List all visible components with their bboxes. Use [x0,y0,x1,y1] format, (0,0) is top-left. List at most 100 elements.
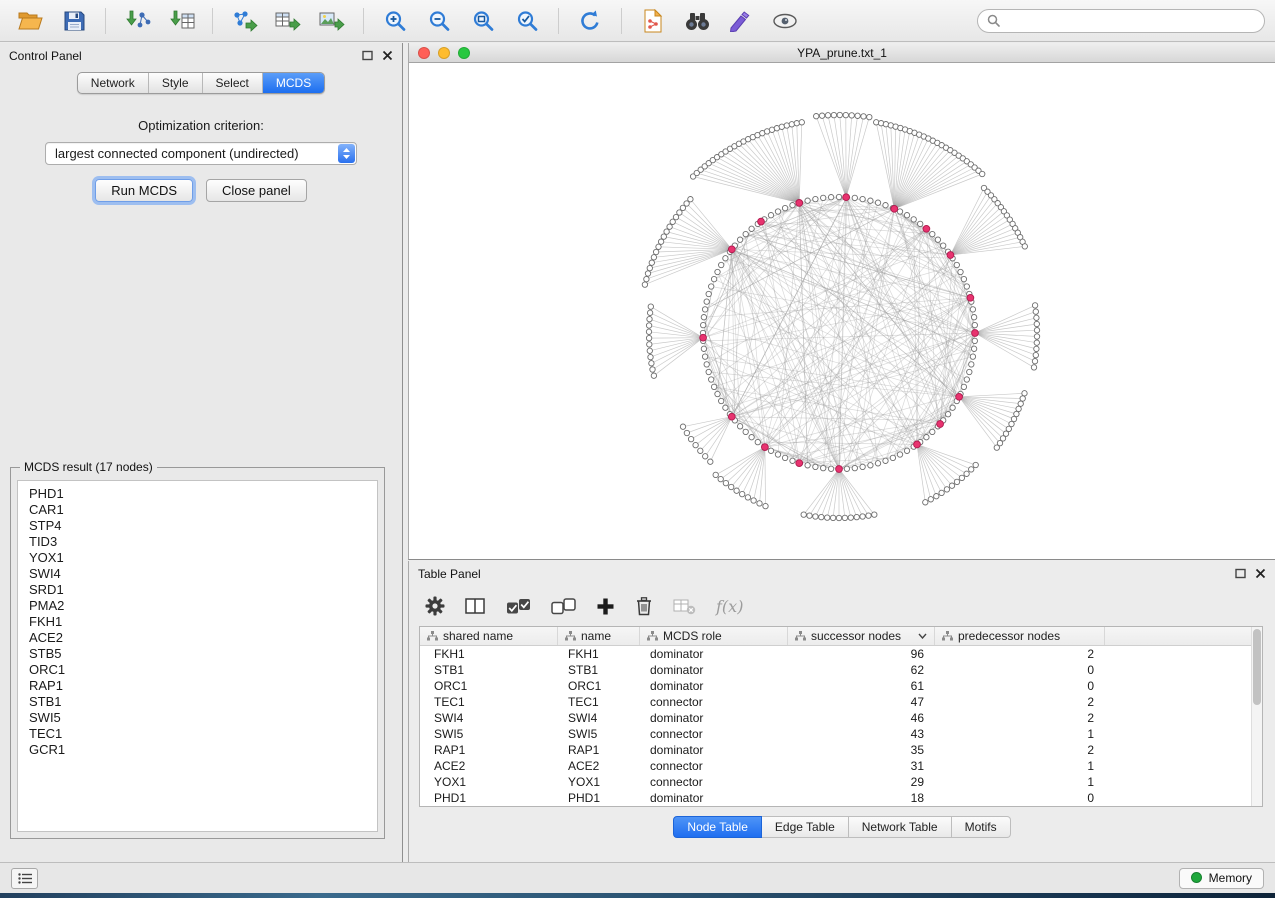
tab-network[interactable]: Network [78,73,149,93]
open-session-button[interactable] [10,5,50,37]
table-cell[interactable]: 47 [788,694,935,710]
mcds-result-item[interactable]: TID3 [18,534,377,550]
tab-network-table[interactable]: Network Table [849,816,952,838]
table-row[interactable]: TEC1TEC1connector472 [420,694,1262,710]
table-cell[interactable]: dominator [640,742,788,758]
mcds-result-item[interactable]: RAP1 [18,678,377,694]
table-settings-gear-icon[interactable] [425,596,445,616]
function-builder-icon[interactable]: f(x) [716,597,743,616]
mcds-result-item[interactable]: SWI5 [18,710,377,726]
table-cell[interactable] [1105,726,1262,742]
tab-mcds[interactable]: MCDS [263,73,324,93]
table-cell[interactable] [1105,694,1262,710]
table-row[interactable]: RAP1RAP1dominator352 [420,742,1262,758]
tab-motifs[interactable]: Motifs [952,816,1011,838]
table-cell[interactable] [1105,790,1262,806]
show-columns-icon[interactable] [465,597,486,615]
table-cell[interactable]: STB1 [558,662,640,678]
table-cell[interactable] [1105,662,1262,678]
table-cell[interactable]: SWI5 [420,726,558,742]
table-cell[interactable]: dominator [640,710,788,726]
table-cell[interactable]: dominator [640,662,788,678]
zoom-out-button[interactable] [419,5,459,37]
table-cell[interactable] [1105,710,1262,726]
export-web-button[interactable] [633,5,673,37]
table-cell[interactable]: 0 [935,790,1105,806]
delete-icon[interactable] [635,596,653,616]
tab-select[interactable]: Select [203,73,263,93]
mcds-result-item[interactable]: TEC1 [18,726,377,742]
table-cell[interactable]: 2 [935,710,1105,726]
close-panel-button[interactable]: Close panel [206,179,307,202]
mcds-result-item[interactable]: ORC1 [18,662,377,678]
table-cell[interactable]: connector [640,758,788,774]
zoom-in-button[interactable] [375,5,415,37]
table-scrollbar-thumb[interactable] [1253,629,1261,705]
export-network-button[interactable] [224,5,264,37]
mcds-result-item[interactable]: FKH1 [18,614,377,630]
table-cell[interactable]: dominator [640,678,788,694]
table-row[interactable]: ORC1ORC1dominator610 [420,678,1262,694]
clear-selection-icon[interactable] [551,598,576,615]
column-header-name[interactable]: name [558,627,640,645]
close-panel-icon[interactable] [1255,568,1266,579]
table-row[interactable]: ACE2ACE2connector311 [420,758,1262,774]
minimize-window-icon[interactable] [438,47,450,59]
tab-node-table[interactable]: Node Table [673,816,762,838]
close-panel-icon[interactable] [382,50,393,61]
graphics-details-button[interactable] [721,5,761,37]
table-cell[interactable]: YOX1 [420,774,558,790]
table-cell[interactable]: 43 [788,726,935,742]
table-cell[interactable]: ORC1 [558,678,640,694]
mcds-result-item[interactable]: YOX1 [18,550,377,566]
table-cell[interactable]: RAP1 [420,742,558,758]
mcds-result-item[interactable]: SWI4 [18,566,377,582]
criterion-select[interactable]: largest connected component (undirected) [45,142,357,165]
table-cell[interactable] [1105,646,1262,662]
mcds-result-item[interactable]: GCR1 [18,742,377,758]
export-table-button[interactable] [268,5,308,37]
mcds-result-item[interactable]: STB5 [18,646,377,662]
table-scrollbar[interactable] [1251,627,1262,806]
table-cell[interactable]: SWI5 [558,726,640,742]
run-mcds-button[interactable]: Run MCDS [95,179,193,202]
memory-button[interactable]: Memory [1179,868,1264,889]
tab-edge-table[interactable]: Edge Table [762,816,849,838]
table-cell[interactable]: RAP1 [558,742,640,758]
table-cell[interactable]: PHD1 [420,790,558,806]
table-row[interactable]: YOX1YOX1connector291 [420,774,1262,790]
status-menu-button[interactable] [11,868,38,889]
table-cell[interactable]: SWI4 [420,710,558,726]
table-cell[interactable]: PHD1 [558,790,640,806]
search-input[interactable] [1006,14,1255,28]
maximize-window-icon[interactable] [458,47,470,59]
mcds-result-item[interactable]: CAR1 [18,502,377,518]
mcds-result-item[interactable]: STP4 [18,518,377,534]
table-cell[interactable]: 0 [935,662,1105,678]
table-cell[interactable]: 1 [935,774,1105,790]
select-all-icon[interactable] [506,598,531,615]
table-cell[interactable]: connector [640,726,788,742]
tab-style[interactable]: Style [149,73,203,93]
network-graph[interactable] [409,63,1275,559]
mcds-result-item[interactable]: PMA2 [18,598,377,614]
table-cell[interactable]: 18 [788,790,935,806]
column-header-predecessor-nodes[interactable]: predecessor nodes [935,627,1105,645]
table-cell[interactable]: 46 [788,710,935,726]
table-cell[interactable]: TEC1 [558,694,640,710]
table-cell[interactable] [1105,758,1262,774]
table-cell[interactable]: 2 [935,742,1105,758]
table-cell[interactable]: TEC1 [420,694,558,710]
sort-chevron-icon[interactable] [918,633,927,639]
table-cell[interactable]: connector [640,694,788,710]
table-cell[interactable]: dominator [640,790,788,806]
table-cell[interactable]: ACE2 [420,758,558,774]
table-cell[interactable]: 1 [935,726,1105,742]
table-row[interactable]: SWI4SWI4dominator462 [420,710,1262,726]
table-cell[interactable]: 2 [935,694,1105,710]
table-cell[interactable] [1105,774,1262,790]
add-column-icon[interactable] [596,597,615,616]
table-cell[interactable]: ORC1 [420,678,558,694]
save-session-button[interactable] [54,5,94,37]
float-panel-icon[interactable] [362,50,373,61]
